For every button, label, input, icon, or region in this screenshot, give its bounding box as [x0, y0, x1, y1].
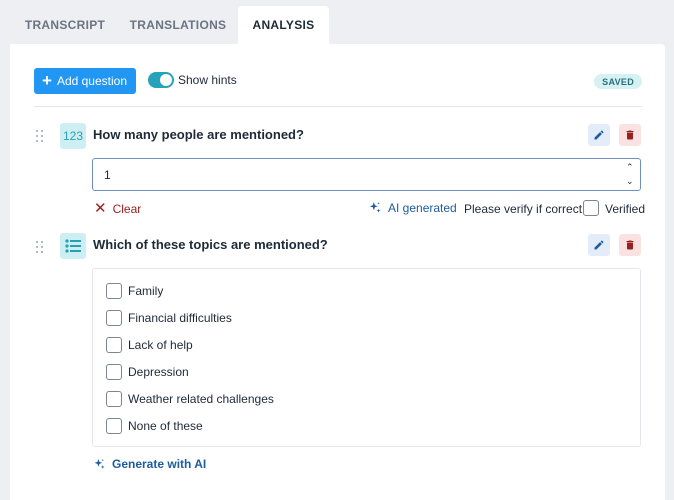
options-list: Family Financial difficulties Lack of he…: [92, 268, 641, 447]
close-icon: ✕: [94, 200, 107, 217]
option-label: Family: [128, 283, 164, 298]
plus-icon: +: [42, 71, 52, 90]
question-title: How many people are mentioned?: [93, 127, 304, 142]
pencil-icon: [594, 130, 604, 140]
tab-analysis[interactable]: ANALYSIS: [238, 6, 329, 44]
chevron-up-icon[interactable]: ⌃: [626, 162, 634, 173]
trash-icon: [626, 240, 634, 250]
chevron-down-icon[interactable]: ⌄: [626, 176, 634, 187]
number-answer-value: 1: [104, 167, 111, 182]
number-answer-input[interactable]: 1 ⌃ ⌄: [92, 158, 641, 191]
delete-question-button[interactable]: [619, 124, 641, 146]
verify-hint: Please verify if correct: [464, 202, 583, 216]
verified-label: Verified: [605, 202, 646, 216]
option-label: Financial difficulties: [128, 310, 232, 325]
ai-generated-indicator: AI generated: [368, 201, 457, 215]
option-family[interactable]: Family: [106, 282, 163, 299]
clear-button[interactable]: ✕ Clear: [94, 201, 141, 216]
sparkle-icon: [94, 458, 105, 469]
generate-with-ai-label: Generate with AI: [112, 457, 207, 471]
number-icon: 123: [60, 123, 86, 149]
add-question-button[interactable]: + Add question: [34, 68, 136, 94]
delete-question-button[interactable]: [619, 234, 641, 256]
show-hints-label: Show hints: [178, 73, 237, 87]
option-financial-difficulties[interactable]: Financial difficulties: [106, 309, 232, 326]
drag-handle-icon[interactable]: [36, 241, 44, 253]
option-label: None of these: [128, 418, 203, 433]
saved-status-badge: SAVED: [594, 74, 642, 89]
option-depression[interactable]: Depression: [106, 363, 189, 380]
pencil-icon: [594, 240, 604, 250]
edit-question-button[interactable]: [588, 234, 610, 256]
add-question-label: Add question: [56, 74, 127, 88]
option-label: Lack of help: [128, 337, 193, 352]
number-icon-text: 123: [62, 129, 84, 143]
analysis-panel: + Add question Show hints SAVED 123 How …: [10, 44, 665, 500]
sparkle-icon: [369, 202, 381, 213]
tab-transcript[interactable]: TRANSCRIPT: [10, 6, 120, 44]
toolbar: + Add question Show hints SAVED: [34, 68, 642, 94]
option-none-of-these[interactable]: None of these: [106, 417, 203, 434]
ai-generated-label: AI generated: [388, 201, 457, 215]
option-checkbox[interactable]: [106, 309, 122, 326]
tab-translations[interactable]: TRANSLATIONS: [122, 6, 234, 44]
option-label: Weather related challenges: [128, 391, 274, 406]
trash-icon: [626, 130, 634, 140]
option-label: Depression: [128, 364, 189, 379]
list-icon-glyph: [65, 239, 81, 253]
option-checkbox[interactable]: [106, 417, 122, 434]
list-icon: [60, 233, 86, 259]
clear-label: Clear: [112, 201, 142, 216]
tab-bar: TRANSCRIPT TRANSLATIONS ANALYSIS: [0, 0, 674, 44]
show-hints-toggle[interactable]: [148, 72, 174, 88]
drag-handle-icon[interactable]: [36, 130, 44, 142]
option-lack-of-help[interactable]: Lack of help: [106, 336, 193, 353]
option-checkbox[interactable]: [106, 390, 122, 407]
option-checkbox[interactable]: [106, 336, 122, 353]
number-stepper[interactable]: ⌃ ⌄: [620, 159, 640, 190]
toolbar-divider: [34, 106, 642, 107]
edit-question-button[interactable]: [588, 124, 610, 146]
option-checkbox[interactable]: [106, 282, 122, 299]
toggle-knob: [160, 74, 172, 86]
verified-checkbox[interactable]: [583, 200, 599, 216]
question-title: Which of these topics are mentioned?: [93, 237, 328, 252]
option-checkbox[interactable]: [106, 363, 122, 380]
generate-with-ai-button[interactable]: Generate with AI: [93, 457, 206, 471]
option-weather-related-challenges[interactable]: Weather related challenges: [106, 390, 274, 407]
